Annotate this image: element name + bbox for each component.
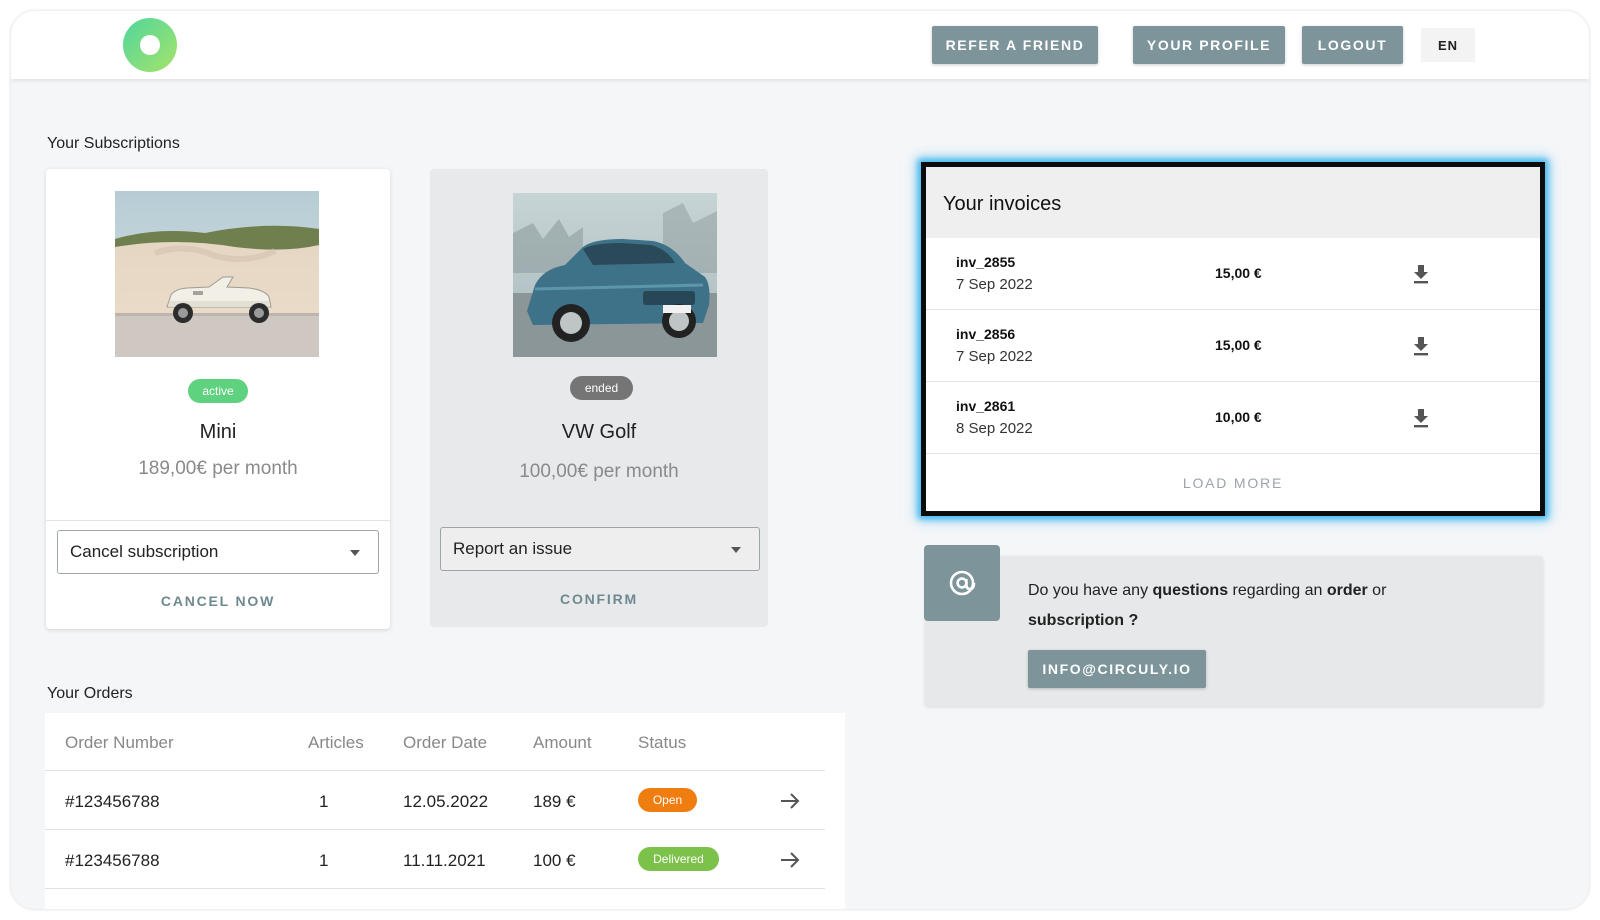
order-date: 11.11.2021 [403,851,486,870]
invoice-row: inv_2856 7 Sep 2022 15,00 € [926,310,1540,382]
dropdown-caret-icon [350,550,360,556]
order-number: #123456788 [65,851,160,870]
column-header-order-date: Order Date [403,733,488,752]
invoice-id: inv_2855 [956,254,1016,270]
logout-button[interactable]: LOGOUT [1302,26,1403,64]
invoices-title: Your invoices [943,193,1062,215]
confirm-button[interactable]: CONFIRM [430,591,768,607]
row-divider [45,829,825,830]
invoice-date: 7 Sep 2022 [956,276,1033,293]
car-photo-mini [115,191,319,357]
column-header-status: Status [638,733,687,752]
car-name: VW Golf [561,421,637,443]
status-badge-ended: ended [570,376,633,400]
orders-title: Your Orders [47,685,133,702]
car-price: 100,00€ per month [519,461,679,482]
logo-icon[interactable] [123,18,177,72]
orders-table: Order Number Articles Order Date Amount … [45,713,845,909]
status-badge-active: active [188,379,248,403]
refer-friend-button[interactable]: REFER A FRIEND [932,26,1098,64]
language-selector[interactable]: EN [1421,28,1475,62]
email-button[interactable]: INFO@CIRCULY.IO [1028,650,1206,688]
select-value: Cancel subscription [70,542,219,561]
dropdown-caret-icon [731,547,741,553]
contact-question: Do you have any questions regarding an o… [1028,582,1387,629]
order-articles: 1 [319,851,329,870]
order-amount: 189 € [533,792,576,811]
column-header-amount: Amount [533,733,592,752]
invoice-date: 8 Sep 2022 [956,420,1033,437]
invoice-amount: 15,00 € [1215,337,1262,353]
subscription-card-mini: active Mini 189,00€ per month Cancel sub… [46,169,390,629]
order-status-badge: Delivered [638,847,719,871]
car-name: Mini [199,421,237,443]
order-status-badge: Open [638,788,697,812]
arrow-right-icon[interactable] [778,789,802,813]
download-icon[interactable] [1411,335,1431,357]
contact-box: Do you have any questions regarding an o… [924,545,1543,706]
car-photo-vw-golf [513,193,717,357]
invoice-amount: 10,00 € [1215,409,1262,425]
cancel-now-button[interactable]: CANCEL NOW [46,593,390,609]
invoice-id: inv_2861 [956,398,1016,414]
subscriptions-title: Your Subscriptions [47,135,180,152]
select-value: Report an issue [453,539,573,558]
invoices-header: Your invoices [926,167,1540,238]
order-number: #123456788 [65,792,160,811]
at-icon [949,570,976,596]
card-divider [46,520,390,521]
load-more-button[interactable]: LOAD MORE [926,475,1540,491]
invoices-panel: Your invoices inv_2855 7 Sep 2022 15,00 … [921,162,1545,516]
issue-select[interactable]: Report an issue [440,527,760,571]
invoice-amount: 15,00 € [1215,265,1262,281]
top-header: REFER A FRIEND YOUR PROFILE LOGOUT EN [11,11,1589,79]
app-window: REFER A FRIEND YOUR PROFILE LOGOUT EN Yo… [11,11,1589,909]
car-price: 189,00€ per month [138,458,298,479]
download-icon[interactable] [1411,407,1431,429]
column-header-articles: Articles [308,733,364,752]
download-icon[interactable] [1411,263,1431,285]
row-divider [45,770,825,771]
contact-icon-box [924,545,1000,621]
your-profile-button[interactable]: YOUR PROFILE [1133,26,1285,64]
row-divider [45,888,825,889]
order-amount: 100 € [533,851,576,870]
invoice-date: 7 Sep 2022 [956,348,1033,365]
invoice-row: inv_2855 7 Sep 2022 15,00 € [926,238,1540,310]
arrow-right-icon[interactable] [778,848,802,872]
order-date: 12.05.2022 [403,792,489,811]
order-articles: 1 [319,792,329,811]
invoice-row: inv_2861 8 Sep 2022 10,00 € [926,382,1540,454]
invoice-id: inv_2856 [956,326,1016,342]
subscription-card-vw-golf: ended VW Golf 100,00€ per month Report a… [430,169,768,627]
subscription-action-select[interactable]: Cancel subscription [57,530,379,574]
column-header-order-number: Order Number [65,733,174,752]
